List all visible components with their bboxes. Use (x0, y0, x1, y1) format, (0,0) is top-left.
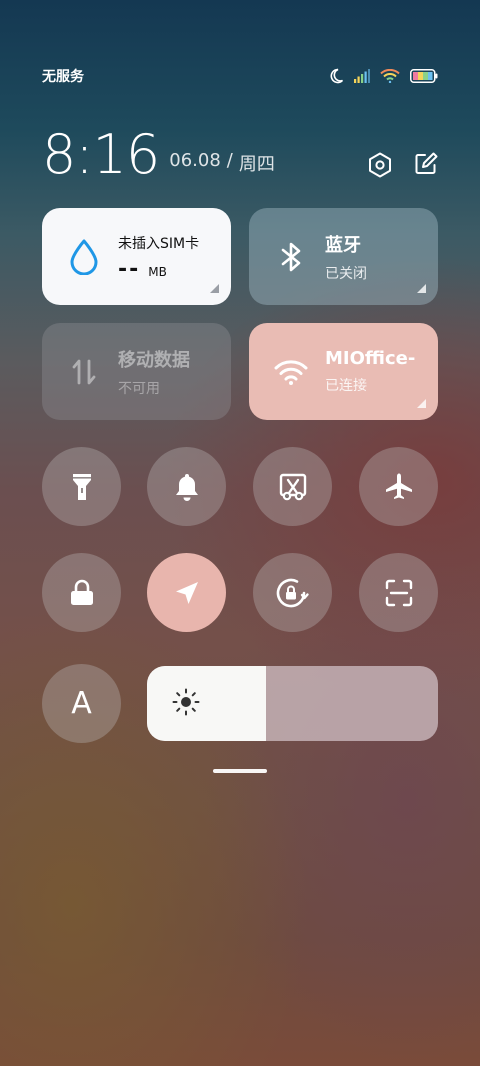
settings-icon[interactable] (368, 152, 392, 178)
mobile-data-tile[interactable]: 移动数据 不可用 (42, 323, 231, 420)
sim-data-tile[interactable]: 未插入SIM卡 -- MB (42, 208, 231, 305)
water-drop-icon (66, 239, 102, 275)
sim-tile-title: 未插入SIM卡 (118, 235, 200, 252)
moon-icon (328, 68, 344, 84)
bell-icon (173, 472, 201, 502)
date-value: 06.08 (169, 150, 221, 171)
rotation-lock-icon (276, 577, 310, 609)
edit-icon[interactable] (414, 152, 438, 178)
location-toggle[interactable] (147, 553, 226, 632)
mobile-data-title: 移动数据 (118, 349, 190, 371)
scissors-icon (278, 472, 308, 502)
date-separator: / (226, 150, 233, 171)
flashlight-toggle[interactable] (42, 447, 121, 526)
expand-corner-icon[interactable] (210, 284, 219, 293)
weekday: 周四 (238, 154, 275, 175)
bluetooth-tile[interactable]: 蓝牙 已关闭 (249, 208, 438, 305)
rotation-lock-toggle[interactable] (253, 553, 332, 632)
mobile-data-status: 不可用 (118, 380, 160, 397)
brightness-level-fill[interactable] (147, 666, 267, 741)
expand-corner-icon[interactable] (417, 399, 426, 408)
location-arrow-icon (173, 579, 201, 607)
drag-handle[interactable] (213, 769, 267, 773)
wifi-status-icon (380, 69, 400, 83)
signal-icon (354, 69, 370, 83)
bluetooth-icon (273, 241, 309, 273)
expand-corner-icon[interactable] (417, 284, 426, 293)
brightness-slider[interactable] (147, 666, 438, 741)
auto-brightness-toggle[interactable]: A (42, 664, 121, 743)
bluetooth-title: 蓝牙 (325, 234, 361, 256)
clock-time: 8:16 (42, 123, 160, 186)
airplane-icon (384, 472, 414, 502)
date-display: 06.08 / 周四 (169, 150, 275, 176)
data-usage-unit: MB (148, 264, 167, 279)
carrier-label: 无服务 (42, 69, 84, 85)
screenshot-toggle[interactable] (253, 447, 332, 526)
ringer-toggle[interactable] (147, 447, 226, 526)
wifi-status: 已连接 (325, 378, 367, 394)
wifi-network-name: MIOffice- (325, 348, 416, 369)
header-actions (368, 152, 438, 178)
bluetooth-status: 已关闭 (325, 265, 367, 282)
data-usage: -- MB (118, 256, 199, 282)
scanner-toggle[interactable] (359, 553, 438, 632)
data-usage-value: -- (118, 256, 141, 282)
lock-screen-toggle[interactable] (42, 553, 121, 632)
sun-icon (171, 687, 201, 721)
auto-brightness-label: A (71, 686, 92, 721)
flashlight-icon (70, 472, 94, 502)
data-arrows-icon (66, 357, 102, 387)
status-icons (328, 68, 438, 84)
lock-icon (69, 579, 95, 607)
control-center-header: 8:16 06.08 / 周四 (42, 120, 438, 182)
scan-icon (385, 579, 413, 607)
airplane-toggle[interactable] (359, 447, 438, 526)
wifi-icon (273, 359, 309, 385)
status-bar: 无服务 (42, 60, 438, 92)
battery-icon (410, 69, 438, 83)
wifi-tile[interactable]: MIOffice- 已连接 (249, 323, 438, 420)
